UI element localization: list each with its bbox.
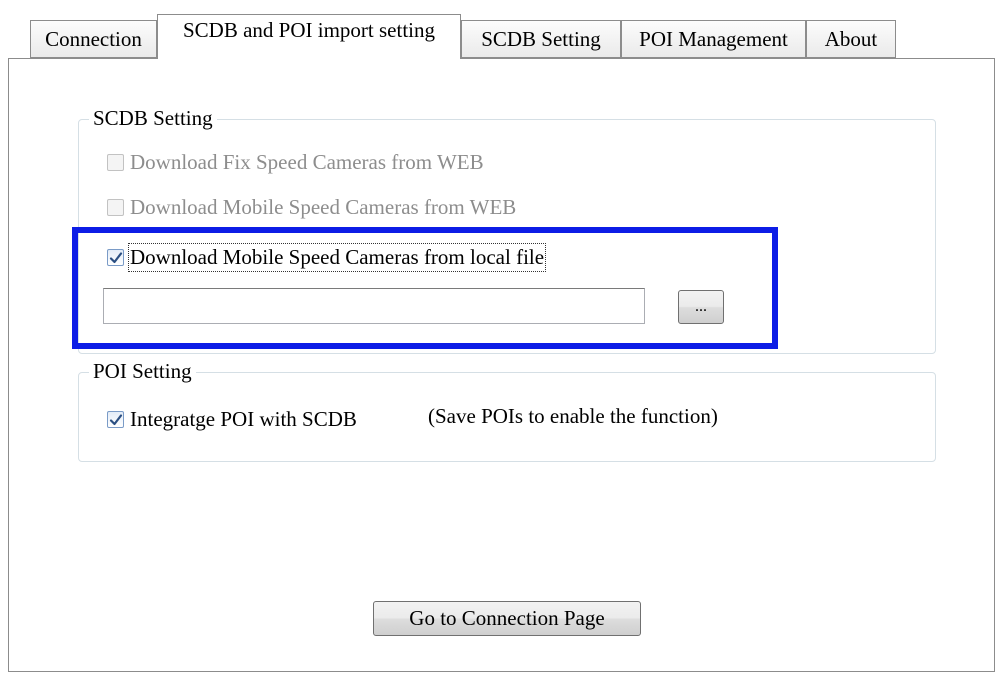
window-top-strip bbox=[0, 0, 1005, 6]
download-mobile-local-checkbox[interactable] bbox=[107, 249, 124, 266]
save-pois-note: (Save POIs to enable the function) bbox=[428, 404, 718, 428]
browse-file-button[interactable]: ... bbox=[678, 290, 724, 324]
go-to-connection-page-button[interactable]: Go to Connection Page bbox=[373, 601, 641, 636]
poi-setting-legend: POI Setting bbox=[89, 359, 196, 383]
download-fix-web-label: Download Fix Speed Cameras from WEB bbox=[130, 150, 484, 174]
download-mobile-local-label: Download Mobile Speed Cameras from local… bbox=[127, 243, 547, 272]
scdb-setting-legend: SCDB Setting bbox=[89, 106, 217, 130]
checkmark-icon bbox=[109, 414, 123, 426]
download-mobile-web-label: Download Mobile Speed Cameras from WEB bbox=[130, 195, 517, 219]
integrate-poi-checkbox[interactable] bbox=[107, 411, 124, 428]
tab-scdb-setting[interactable]: SCDB Setting bbox=[461, 20, 621, 58]
local-file-path-input[interactable] bbox=[103, 288, 645, 324]
tab-poi-management[interactable]: POI Management bbox=[621, 20, 806, 58]
integrate-poi-option[interactable]: Integratge POI with SCDB bbox=[107, 407, 357, 432]
download-fix-web-checkbox[interactable] bbox=[107, 154, 124, 171]
download-fix-web-option[interactable]: Download Fix Speed Cameras from WEB bbox=[107, 150, 484, 175]
download-mobile-web-option[interactable]: Download Mobile Speed Cameras from WEB bbox=[107, 195, 516, 220]
tab-connection[interactable]: Connection bbox=[30, 20, 157, 58]
checkmark-icon bbox=[109, 252, 123, 264]
integrate-poi-label: Integratge POI with SCDB bbox=[130, 407, 357, 431]
tab-scdb-poi-import-setting[interactable]: SCDB and POI import setting bbox=[157, 14, 461, 59]
download-mobile-web-checkbox[interactable] bbox=[107, 199, 124, 216]
download-mobile-local-option[interactable]: Download Mobile Speed Cameras from local… bbox=[107, 243, 547, 272]
tab-about[interactable]: About bbox=[806, 20, 896, 58]
